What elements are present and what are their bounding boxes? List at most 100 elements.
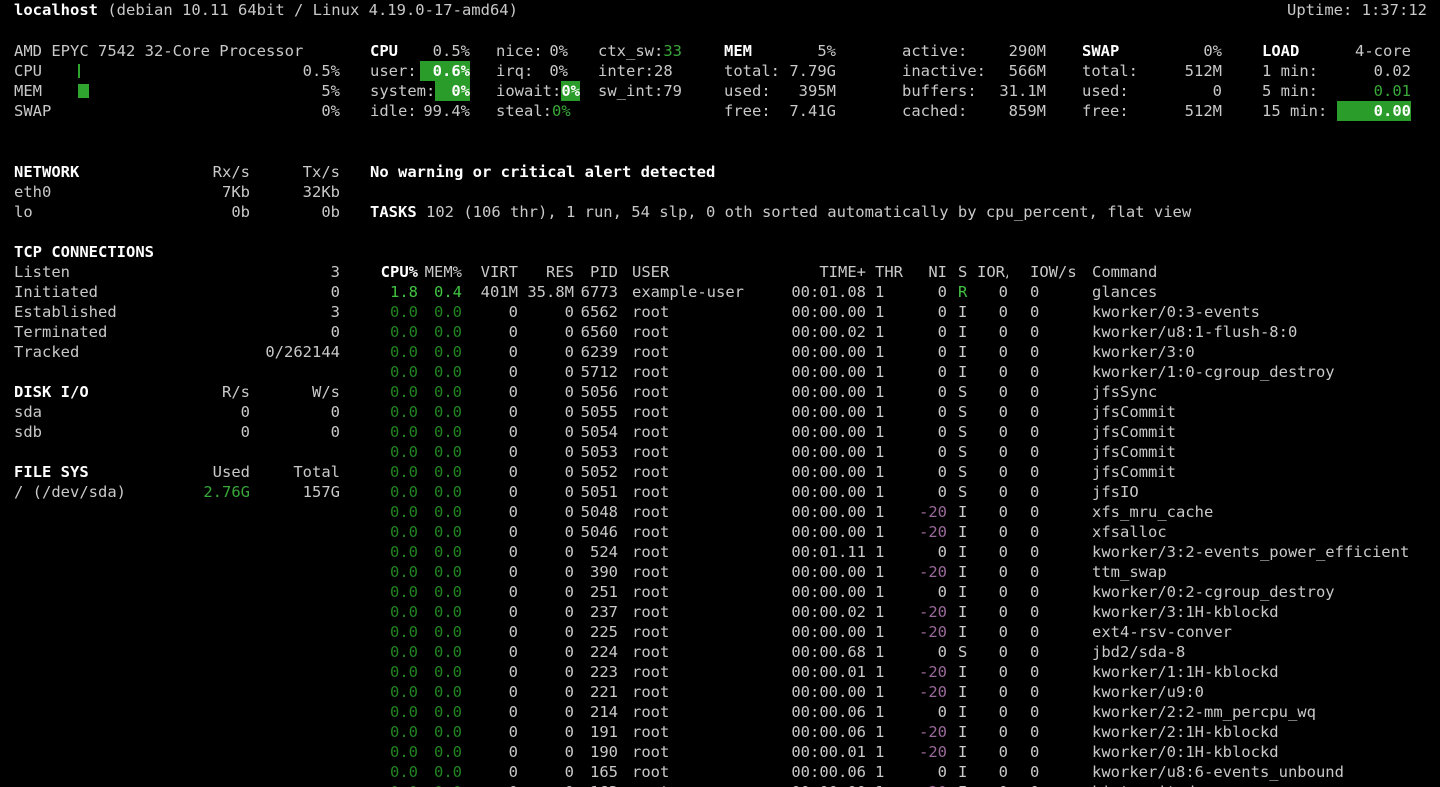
process-cell-res: 0	[518, 562, 574, 582]
kv-row: buffers:31.1M	[902, 81, 1046, 101]
kv-value: 0%	[1152, 41, 1222, 61]
process-cell-cmd: jfsCommit	[1092, 422, 1440, 442]
col-header-ior: IOR/s	[977, 262, 1008, 282]
kv-value: 0.01	[1337, 81, 1412, 101]
process-cell-cpu: 0.0	[380, 502, 418, 522]
process-row: 0.00.000390root00:00.001-20I00ttm_swap	[380, 562, 1440, 582]
process-cell-ni: 0	[916, 302, 947, 322]
process-cell-thr: 1	[866, 762, 916, 782]
process-cell-cmd: kworker/0:2-cgroup_destroy	[1092, 582, 1440, 602]
process-cell-s: I	[947, 302, 977, 322]
process-cell-cpu: 0.0	[380, 642, 418, 662]
process-cell-virt: 0	[462, 482, 518, 502]
process-cell-pid: 225	[574, 622, 618, 642]
title-bar: localhost (debian 10.11 64bit / Linux 4.…	[14, 0, 1427, 20]
process-cell-ior: 0	[977, 282, 1008, 302]
kv-row: LOAD4-core	[1262, 41, 1411, 61]
glances-terminal[interactable]: localhost (debian 10.11 64bit / Linux 4.…	[0, 0, 1440, 787]
process-cell-virt: 0	[462, 322, 518, 342]
kv-value: 28	[654, 61, 673, 81]
kv-value: 2.76G	[160, 482, 250, 502]
process-cell-pid: 390	[574, 562, 618, 582]
process-cell-pid: 524	[574, 542, 618, 562]
process-cell-res: 0	[518, 782, 574, 787]
process-cell-thr: 1	[866, 542, 916, 562]
kv-value: 3	[177, 262, 340, 282]
process-cell-cmd: ext4-rsv-conver	[1092, 622, 1440, 642]
process-cell-cpu: 0.0	[380, 662, 418, 682]
kv-value: 0	[177, 322, 340, 342]
kv-value: 31.1M	[977, 81, 1046, 101]
process-table: CPU% MEM% VIRT RES PID USER TIME+ THR NI…	[380, 262, 1440, 787]
process-row: 0.00.000524root00:01.1110I00kworker/3:2-…	[380, 542, 1440, 562]
process-cell-iow: 0	[1008, 402, 1092, 422]
process-cell-time: 00:00.01	[782, 742, 866, 762]
process-cell-res: 0	[518, 682, 574, 702]
process-cell-cpu: 1.8	[380, 282, 418, 302]
process-cell-user: root	[618, 482, 782, 502]
quicklook-swap-label: SWAP	[14, 101, 78, 121]
process-cell-res: 0	[518, 582, 574, 602]
col-header-iow: IOW/s	[1008, 262, 1092, 282]
process-cell-ior: 0	[977, 422, 1008, 442]
process-cell-user: root	[618, 782, 782, 787]
process-cell-cmd: kworker/2:2-mm_percpu_wq	[1092, 702, 1440, 722]
kv-value: 859M	[974, 101, 1046, 121]
process-cell-thr: 1	[866, 402, 916, 422]
process-cell-virt: 0	[462, 762, 518, 782]
col-header-ni: NI	[916, 262, 947, 282]
process-cell-cpu: 0.0	[380, 702, 418, 722]
process-cell-res: 0	[518, 522, 574, 542]
quicklook-block: AMD EPYC 7542 32-Core Processor CPU 0.5%…	[14, 41, 340, 121]
process-cell-s: I	[947, 702, 977, 722]
process-cell-s: I	[947, 602, 977, 622]
process-row: 0.00.0006560root00:00.0210I00kworker/u8:…	[380, 322, 1440, 342]
kv-row: nice:0%	[496, 41, 568, 61]
kv-value: 0.00	[1337, 101, 1412, 121]
process-cell-mem: 0.0	[418, 762, 462, 782]
kv-label: Established	[14, 302, 177, 322]
process-cell-iow: 0	[1008, 682, 1092, 702]
process-cell-iow: 0	[1008, 622, 1092, 642]
process-cell-cmd: jbd2/sda-8	[1092, 642, 1440, 662]
process-cell-cpu: 0.0	[380, 322, 418, 342]
load-block: LOAD4-core1 min:0.025 min:0.0115 min:0.0…	[1262, 41, 1411, 121]
process-cell-thr: 1	[866, 582, 916, 602]
process-row: 0.00.000191root00:00.061-20I00kworker/2:…	[380, 722, 1440, 742]
process-cell-user: root	[618, 382, 782, 402]
kv-value: 0%	[543, 41, 568, 61]
process-cell-iow: 0	[1008, 582, 1092, 602]
process-cell-cpu: 0.0	[380, 302, 418, 322]
process-cell-virt: 0	[462, 602, 518, 622]
process-cell-ni: 0	[916, 322, 947, 342]
process-cell-cmd: xfs_mru_cache	[1092, 502, 1440, 522]
process-cell-user: root	[618, 502, 782, 522]
process-cell-time: 00:00.06	[782, 722, 866, 742]
hostname: localhost	[14, 1, 98, 19]
process-cell-user: root	[618, 422, 782, 442]
process-cell-cpu: 0.0	[380, 602, 418, 622]
process-cell-ni: 0	[916, 582, 947, 602]
mem-block-col1: MEM5%total:7.79Gused:395Mfree:7.41G	[724, 41, 836, 121]
process-cell-virt: 0	[462, 522, 518, 542]
process-cell-iow: 0	[1008, 522, 1092, 542]
process-cell-ior: 0	[977, 402, 1008, 422]
kv-row: NETWORKRx/sTx/s	[14, 162, 340, 182]
process-cell-user: root	[618, 402, 782, 422]
kv-value: Tx/s	[250, 162, 340, 182]
quicklook-cpu-label: CPU	[14, 61, 78, 81]
process-cell-mem: 0.0	[418, 462, 462, 482]
host-line: localhost (debian 10.11 64bit / Linux 4.…	[14, 0, 518, 20]
process-row: 0.00.0006239root00:00.0010I00kworker/3:0	[380, 342, 1440, 362]
process-cell-pid: 190	[574, 742, 618, 762]
col-header-user: USER	[618, 262, 782, 282]
kv-label: cached:	[902, 101, 974, 121]
kv-row: total:512M	[1082, 61, 1222, 81]
tasks-title: TASKS	[370, 203, 417, 221]
process-cell-s: I	[947, 322, 977, 342]
col-header-res: RES	[518, 262, 574, 282]
kv-label: SWAP	[1082, 41, 1152, 61]
process-cell-mem: 0.0	[418, 582, 462, 602]
mem-block-col2: active:290Minactive:566Mbuffers:31.1Mcac…	[902, 41, 1046, 121]
process-cell-res: 0	[518, 602, 574, 622]
